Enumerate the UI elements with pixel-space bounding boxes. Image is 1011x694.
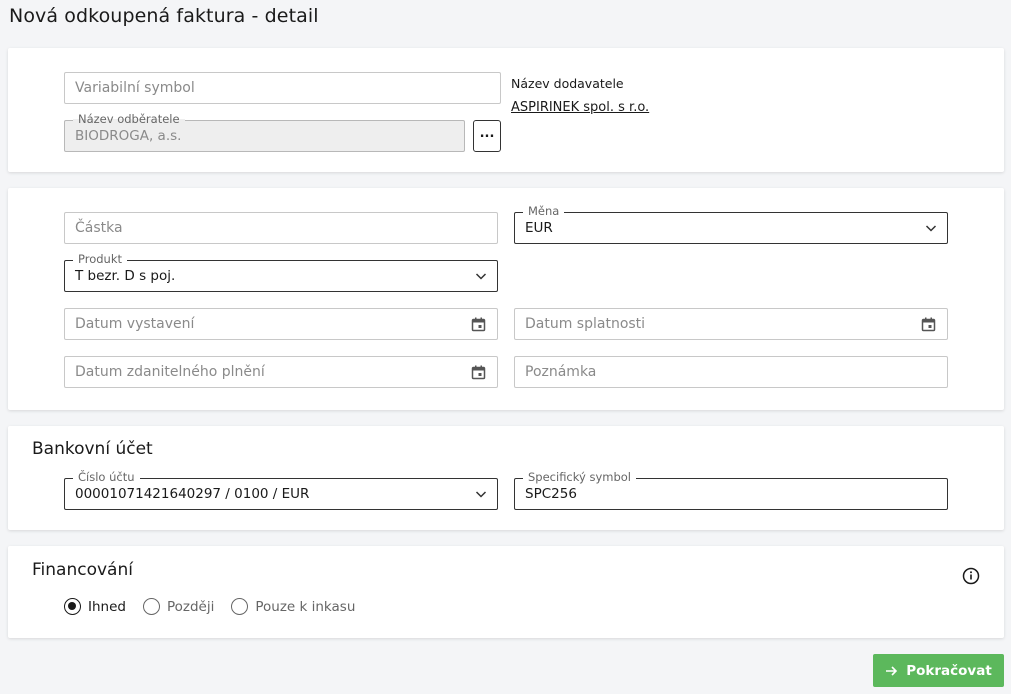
account-number-value: 00001071421640297 / 0100 / EUR (75, 486, 310, 502)
customer-name-input: Název odběratele BIODROGA, a.s. (64, 112, 465, 152)
radio-unchecked-icon (142, 598, 160, 615)
financing-option-pouze-k-inkasu[interactable]: Pouze k inkasu (231, 598, 355, 615)
continue-button-label: Pokračovat (906, 662, 992, 679)
arrow-right-icon (886, 665, 898, 676)
taxable-date-input[interactable]: Datum zdanitelného plnění (64, 356, 498, 388)
continue-button[interactable]: Pokračovat (873, 654, 1004, 687)
supplier-name-label: Název dodavatele (511, 76, 624, 91)
customer-picker-button[interactable]: ... (473, 120, 501, 152)
financing-option-pozdeji[interactable]: Později (142, 598, 215, 615)
amount-input[interactable]: Částka (64, 212, 498, 244)
note-input[interactable]: Poznámka (514, 356, 948, 388)
issue-date-input[interactable]: Datum vystavení (64, 308, 498, 340)
product-label: Produkt (73, 252, 128, 266)
note-placeholder: Poznámka (525, 364, 597, 380)
chevron-down-icon (475, 273, 487, 280)
chevron-down-icon (475, 491, 487, 498)
financing-title: Financování (32, 560, 133, 580)
product-select[interactable]: Produkt T bezr. D s poj. (64, 252, 498, 292)
issue-date-placeholder: Datum vystavení (75, 316, 195, 332)
calendar-icon[interactable] (471, 317, 486, 332)
info-circle-icon[interactable] (962, 567, 980, 585)
currency-label: Měna (523, 204, 565, 218)
due-date-placeholder: Datum splatnosti (525, 316, 646, 332)
account-number-label: Číslo účtu (73, 470, 140, 484)
financing-option-label: Ihned (88, 598, 126, 615)
radio-checked-icon (64, 598, 81, 615)
supplier-name-link[interactable]: ASPIRINEK spol. s r.o. (511, 100, 649, 115)
due-date-input[interactable]: Datum splatnosti (514, 308, 948, 340)
variable-symbol-placeholder: Variabilní symbol (75, 80, 195, 96)
customer-name-label: Název odběratele (73, 112, 185, 126)
product-value: T bezr. D s poj. (75, 268, 176, 284)
financing-option-ihned[interactable]: Ihned (64, 598, 126, 615)
financing-card: Financování Ihned Později Pouze k inkasu (8, 546, 1004, 638)
specific-symbol-label: Specifický symbol (523, 470, 637, 484)
customer-name-value: BIODROGA, a.s. (75, 128, 182, 144)
page-title: Nová odkoupená faktura - detail (9, 5, 319, 27)
amount-placeholder: Částka (75, 220, 123, 236)
currency-select[interactable]: Měna EUR (514, 204, 948, 244)
specific-symbol-input[interactable]: Specifický symbol SPC256 (514, 470, 948, 510)
account-number-select[interactable]: Číslo účtu 00001071421640297 / 0100 / EU… (64, 470, 498, 510)
radio-unchecked-icon (231, 598, 249, 615)
currency-value: EUR (525, 220, 553, 236)
calendar-icon[interactable] (471, 365, 486, 380)
specific-symbol-value: SPC256 (525, 486, 577, 502)
variable-symbol-input[interactable]: Variabilní symbol (64, 72, 501, 104)
bank-account-title: Bankovní účet (32, 439, 153, 459)
financing-option-label: Později (166, 598, 215, 615)
taxable-date-placeholder: Datum zdanitelného plnění (75, 364, 265, 380)
details-card: Částka Měna EUR Produkt T bezr. D s poj.… (8, 188, 1004, 410)
invoice-card: Variabilní symbol Název odběratele BIODR… (8, 48, 1004, 172)
financing-option-label: Pouze k inkasu (255, 598, 356, 615)
chevron-down-icon (925, 225, 937, 232)
bank-account-card: Bankovní účet Číslo účtu 000010714216402… (8, 426, 1004, 530)
calendar-icon[interactable] (921, 317, 936, 332)
financing-options: Ihned Později Pouze k inkasu (64, 598, 372, 615)
